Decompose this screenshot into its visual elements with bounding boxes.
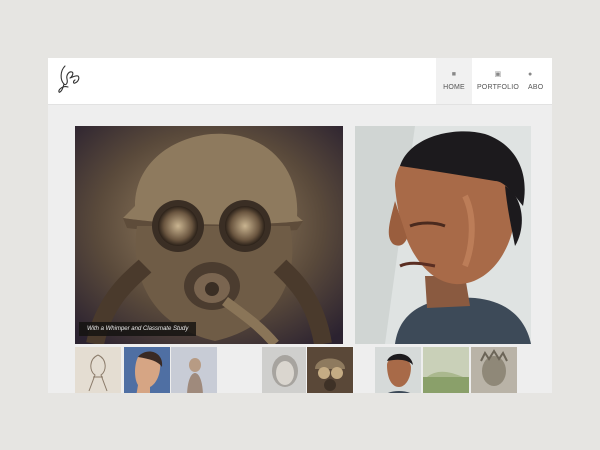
nav-item-home[interactable]: ■ HOME [436, 58, 472, 104]
home-icon: ■ [451, 71, 457, 78]
thumbnail-woman-profile[interactable] [124, 347, 170, 393]
thumbnail-gas-mask[interactable] [306, 346, 354, 393]
main-nav: ■ HOME ▣ PORTFOLIO ● ABO [436, 58, 552, 104]
briefcase-icon: ▣ [494, 71, 502, 78]
thumbnail-figure-study[interactable] [171, 347, 217, 393]
thumbnail-sketch[interactable] [75, 347, 121, 393]
user-icon: ● [528, 71, 533, 78]
nav-home-label: HOME [443, 84, 465, 91]
browser-viewport: ■ HOME ▣ PORTFOLIO ● ABO With a Whimper … [48, 58, 552, 393]
nav-item-portfolio[interactable]: ▣ PORTFOLIO [472, 58, 524, 104]
thumbnail-man-portrait[interactable] [375, 347, 421, 393]
signature-logo[interactable] [56, 62, 86, 94]
nav-portfolio-label: PORTFOLIO [476, 84, 520, 91]
thumbnail-landscape[interactable] [423, 347, 469, 393]
nav-item-about[interactable]: ● ABO [524, 58, 552, 104]
featured-gas-mask-artwork[interactable]: With a Whimper and Classmate Study [75, 126, 343, 344]
thumbnail-strip [75, 346, 535, 393]
featured-portrait-artwork[interactable] [355, 126, 531, 344]
artwork-caption: With a Whimper and Classmate Study [79, 322, 197, 336]
nav-about-label: ABO [528, 84, 544, 91]
thumbnail-old-woman[interactable] [262, 347, 308, 393]
site-header: ■ HOME ▣ PORTFOLIO ● ABO [48, 58, 552, 105]
thumbnail-sculpture[interactable] [471, 347, 517, 393]
